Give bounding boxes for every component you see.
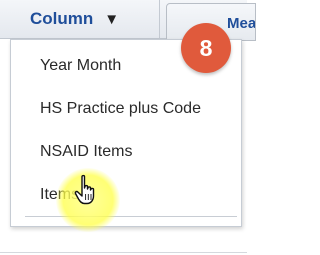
bottom-rule (0, 252, 247, 253)
column-dropdown-header[interactable]: Column ▼ (0, 0, 160, 38)
menu-item-nsaid-items[interactable]: NSAID Items (40, 143, 132, 161)
step-badge: 8 (181, 23, 231, 73)
hand-pointer-icon (74, 174, 95, 205)
step-number: 8 (199, 34, 213, 61)
menu-divider (25, 216, 237, 217)
next-tab-label: Measures (227, 15, 256, 32)
caret-down-icon: ▼ (104, 10, 120, 28)
column-label: Column (30, 9, 94, 28)
menu-item-year-month[interactable]: Year Month (40, 57, 121, 75)
menu-item-hs-practice-plus-code[interactable]: HS Practice plus Code (40, 100, 201, 118)
